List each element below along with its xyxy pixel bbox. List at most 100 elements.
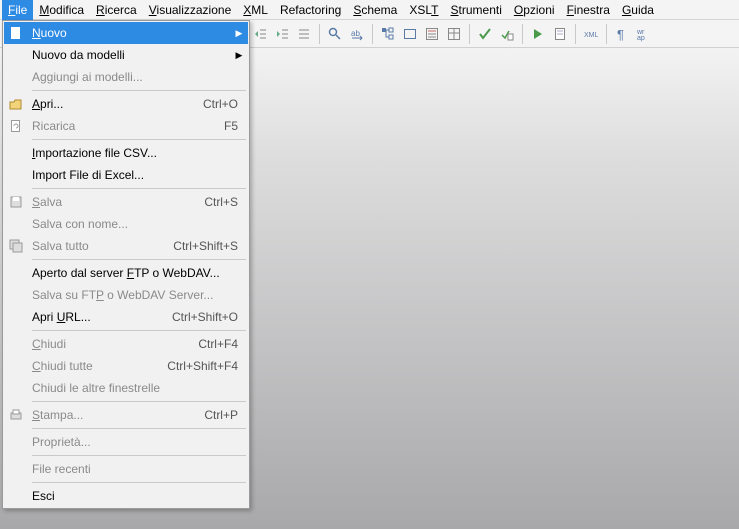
find-icon[interactable] bbox=[325, 24, 345, 44]
toolbar-separator bbox=[372, 24, 373, 44]
menu-item-label: Chiudi le altre finestrelle bbox=[28, 381, 244, 395]
menu-xml[interactable]: XML bbox=[237, 0, 274, 20]
menu-item-label: Chiudi bbox=[28, 337, 198, 351]
menu-icon-empty bbox=[4, 431, 28, 453]
menu-item-label: Esci bbox=[28, 489, 244, 503]
menu-item-label: Aggiungi ai modelli... bbox=[28, 70, 244, 84]
svg-text:ap: ap bbox=[637, 35, 645, 42]
toolbar-separator bbox=[606, 24, 607, 44]
menu-item-chiudi-tutte: Chiudi tutteCtrl+Shift+F4 bbox=[4, 355, 248, 377]
indent-icon[interactable] bbox=[272, 24, 292, 44]
grid-icon[interactable] bbox=[444, 24, 464, 44]
play-icon[interactable] bbox=[528, 24, 548, 44]
menu-item-label: Ricarica bbox=[28, 119, 224, 133]
menu-separator bbox=[32, 259, 246, 260]
menu-strumenti[interactable]: Strumenti bbox=[445, 0, 508, 20]
menubar: FileModificaRicercaVisualizzazioneXMLRef… bbox=[0, 0, 739, 20]
outdent-icon[interactable] bbox=[250, 24, 270, 44]
menu-item-label: Proprietà... bbox=[28, 435, 244, 449]
menu-schema[interactable]: Schema bbox=[347, 0, 403, 20]
menu-item-shortcut: Ctrl+Shift+S bbox=[173, 239, 244, 253]
menu-icon-empty bbox=[4, 284, 28, 306]
tree-icon[interactable] bbox=[378, 24, 398, 44]
xml-icon[interactable]: XML bbox=[581, 24, 601, 44]
menu-icon-empty bbox=[4, 355, 28, 377]
menu-item-salva-su-ftp-o-webdav-server: Salva su FTP o WebDAV Server... bbox=[4, 284, 248, 306]
menu-icon-empty bbox=[4, 66, 28, 88]
menu-item-aggiungi-ai-modelli: Aggiungi ai modelli... bbox=[4, 66, 248, 88]
menu-separator bbox=[32, 139, 246, 140]
menu-item-salva: SalvaCtrl+S bbox=[4, 191, 248, 213]
rect-icon[interactable] bbox=[400, 24, 420, 44]
menu-separator bbox=[32, 401, 246, 402]
menu-item-file-recenti: File recenti bbox=[4, 458, 248, 480]
menu-refactoring[interactable]: Refactoring bbox=[274, 0, 347, 20]
menu-item-label: Salva bbox=[28, 195, 204, 209]
menu-item-shortcut: F5 bbox=[224, 119, 244, 133]
sheet-icon[interactable] bbox=[550, 24, 570, 44]
menu-separator bbox=[32, 90, 246, 91]
menu-icon-empty bbox=[4, 377, 28, 399]
replace-icon[interactable]: ab bbox=[347, 24, 367, 44]
pilcrow-icon[interactable]: ¶ bbox=[612, 24, 632, 44]
menu-item-importazione-file-csv[interactable]: Importazione file CSV... bbox=[4, 142, 248, 164]
menu-icon-empty bbox=[4, 164, 28, 186]
menu-item-label: Stampa... bbox=[28, 408, 204, 422]
menu-item-shortcut: Ctrl+Shift+O bbox=[172, 310, 244, 324]
save-all-icon bbox=[4, 235, 28, 257]
menu-item-chiudi: ChiudiCtrl+F4 bbox=[4, 333, 248, 355]
menu-modifica[interactable]: Modifica bbox=[33, 0, 90, 20]
menu-item-apri-url[interactable]: Apri URL...Ctrl+Shift+O bbox=[4, 306, 248, 328]
menu-icon-empty bbox=[4, 306, 28, 328]
menu-item-label: Import File di Excel... bbox=[28, 168, 244, 182]
menu-icon-empty bbox=[4, 44, 28, 66]
menu-visualizzazione[interactable]: Visualizzazione bbox=[143, 0, 238, 20]
menu-item-nuovo[interactable]: Nuovo▶ bbox=[4, 22, 248, 44]
check-icon[interactable] bbox=[475, 24, 495, 44]
open-icon bbox=[4, 93, 28, 115]
menu-finestra[interactable]: Finestra bbox=[561, 0, 616, 20]
menu-guida[interactable]: Guida bbox=[616, 0, 660, 20]
menu-item-label: File recenti bbox=[28, 462, 244, 476]
menu-item-shortcut: Ctrl+O bbox=[203, 97, 244, 111]
svg-text:ab: ab bbox=[351, 29, 360, 38]
wrap-icon[interactable]: wrap bbox=[634, 24, 654, 44]
svg-text:XML: XML bbox=[584, 32, 599, 39]
menu-separator bbox=[32, 188, 246, 189]
save-icon bbox=[4, 191, 28, 213]
toolbar-separator bbox=[522, 24, 523, 44]
menu-icon-empty bbox=[4, 262, 28, 284]
file-menu-dropdown: Nuovo▶Nuovo da modelli▶Aggiungi ai model… bbox=[2, 20, 250, 509]
toolbar-separator bbox=[469, 24, 470, 44]
menu-opzioni[interactable]: Opzioni bbox=[508, 0, 561, 20]
svg-text:¶: ¶ bbox=[617, 27, 624, 42]
form-icon[interactable] bbox=[422, 24, 442, 44]
menu-separator bbox=[32, 428, 246, 429]
menu-item-import-file-di-excel[interactable]: Import File di Excel... bbox=[4, 164, 248, 186]
submenu-arrow-icon: ▶ bbox=[234, 50, 244, 61]
menu-item-label: Importazione file CSV... bbox=[28, 146, 244, 160]
menu-item-stampa: Stampa...Ctrl+P bbox=[4, 404, 248, 426]
menu-item-nuovo-da-modelli[interactable]: Nuovo da modelli▶ bbox=[4, 44, 248, 66]
menu-item-apri[interactable]: Apri...Ctrl+O bbox=[4, 93, 248, 115]
menu-item-shortcut: Ctrl+F4 bbox=[198, 337, 244, 351]
menu-item-aperto-dal-server-ftp-o-webdav[interactable]: Aperto dal server FTP o WebDAV... bbox=[4, 262, 248, 284]
menu-item-salva-con-nome: Salva con nome... bbox=[4, 213, 248, 235]
menu-icon-empty bbox=[4, 142, 28, 164]
menu-item-label: Nuovo bbox=[28, 26, 234, 40]
menu-item-label: Nuovo da modelli bbox=[28, 48, 234, 62]
menu-item-esci[interactable]: Esci bbox=[4, 485, 248, 507]
menu-item-shortcut: Ctrl+S bbox=[204, 195, 244, 209]
menu-icon-empty bbox=[4, 458, 28, 480]
menu-ricerca[interactable]: Ricerca bbox=[90, 0, 143, 20]
list-icon[interactable] bbox=[294, 24, 314, 44]
menu-separator bbox=[32, 482, 246, 483]
submenu-arrow-icon: ▶ bbox=[234, 28, 244, 39]
validate-icon[interactable] bbox=[497, 24, 517, 44]
menu-xslt[interactable]: XSLT bbox=[403, 0, 444, 20]
page-icon bbox=[4, 22, 28, 44]
menu-item-label: Salva con nome... bbox=[28, 217, 244, 231]
menu-separator bbox=[32, 455, 246, 456]
menu-item-label: Apri URL... bbox=[28, 310, 172, 324]
menu-file[interactable]: File bbox=[2, 0, 33, 20]
